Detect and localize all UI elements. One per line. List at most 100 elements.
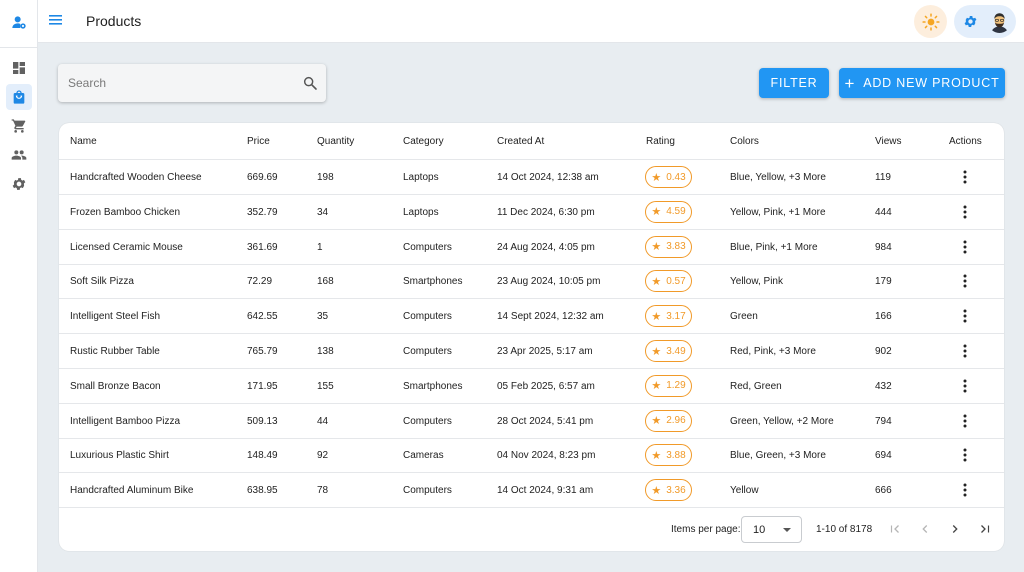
plus-icon: + <box>844 73 856 93</box>
user-menu-button[interactable] <box>954 5 1016 38</box>
row-actions-button[interactable] <box>959 273 971 289</box>
rating-badge: ★ 3.17 <box>645 305 692 328</box>
cell-views: 794 <box>875 415 892 427</box>
more-vert-icon <box>963 309 967 323</box>
sidebar-item-dashboard[interactable] <box>6 55 32 81</box>
cell-colors: Blue, Green, +3 More <box>730 450 826 462</box>
gear-icon <box>964 16 977 27</box>
cell-name: Luxurious Plastic Shirt <box>70 450 169 462</box>
cell-created-at: 28 Oct 2024, 5:41 pm <box>497 415 594 427</box>
star-icon: ★ <box>651 206 662 219</box>
search-input[interactable] <box>68 64 288 102</box>
last-page-button[interactable] <box>977 521 993 537</box>
cell-created-at: 14 Oct 2024, 9:31 am <box>497 485 594 497</box>
sidebar <box>0 0 38 572</box>
cell-colors: Blue, Yellow, +3 More <box>730 172 826 183</box>
cell-price: 72.29 <box>247 276 273 288</box>
column-header-quantity[interactable]: Quantity <box>317 136 354 147</box>
more-vert-icon <box>963 414 967 428</box>
cell-price: 148.49 <box>247 450 278 462</box>
row-actions-button[interactable] <box>959 413 971 429</box>
column-header-colors[interactable]: Colors <box>730 136 759 147</box>
cell-colors: Green <box>730 311 758 323</box>
column-header-views[interactable]: Views <box>875 136 902 147</box>
first-page-button[interactable] <box>887 521 903 537</box>
cell-category: Laptops <box>403 172 439 183</box>
star-icon: ★ <box>651 241 662 254</box>
row-actions-button[interactable] <box>959 447 971 463</box>
sidebar-item-products[interactable] <box>6 84 32 110</box>
row-actions-button[interactable] <box>959 239 971 255</box>
cell-category: Computers <box>403 311 452 323</box>
avatar <box>988 10 1011 33</box>
cell-price: 765.79 <box>247 346 278 357</box>
filter-button-label: FILTER <box>770 76 818 90</box>
star-icon: ★ <box>651 275 662 288</box>
cell-category: Computers <box>403 346 452 357</box>
table-row[interactable]: Rustic Rubber Table 765.79 138 Computers 23 … <box>59 334 1004 369</box>
cell-quantity: 198 <box>317 172 334 183</box>
cell-quantity: 138 <box>317 346 334 357</box>
more-vert-icon <box>963 205 967 219</box>
cell-price: 352.79 <box>247 206 278 218</box>
sidebar-item-settings[interactable] <box>6 171 32 197</box>
row-actions-button[interactable] <box>959 482 971 498</box>
column-header-price[interactable]: Price <box>247 136 270 147</box>
cell-quantity: 78 <box>317 485 329 497</box>
cell-colors: Yellow, Pink, +1 More <box>730 206 826 218</box>
previous-page-button[interactable] <box>917 521 933 537</box>
menu-icon[interactable] <box>48 12 64 28</box>
sidebar-item-users[interactable] <box>6 142 32 168</box>
table-row[interactable]: Small Bronze Bacon 171.95 155 Smartphones 05… <box>59 369 1004 404</box>
star-icon: ★ <box>651 484 662 497</box>
cell-quantity: 155 <box>317 380 334 392</box>
column-header-rating[interactable]: Rating <box>646 136 675 147</box>
cell-colors: Red, Pink, +3 More <box>730 346 816 357</box>
cart-icon <box>11 119 26 133</box>
column-header-category[interactable]: Category <box>403 136 444 147</box>
cell-views: 179 <box>875 276 892 288</box>
cell-name: Handcrafted Aluminum Bike <box>70 485 194 497</box>
items-per-page-label: Items per page: <box>671 524 741 535</box>
cell-views: 432 <box>875 380 892 392</box>
rating-value: 3.17 <box>666 310 686 322</box>
add-new-product-button[interactable]: + ADD NEW PRODUCT <box>839 68 1005 98</box>
row-actions-button[interactable] <box>959 204 971 220</box>
rating-badge: ★ 4.59 <box>645 200 692 223</box>
table-row[interactable]: Licensed Ceramic Mouse 361.69 1 Computers 24… <box>59 230 1004 265</box>
column-header-created-at[interactable]: Created At <box>497 136 544 147</box>
row-actions-button[interactable] <box>959 308 971 324</box>
row-actions-button[interactable] <box>959 378 971 394</box>
items-per-page-select[interactable]: 10 <box>741 516 802 543</box>
settings-icon <box>12 178 26 190</box>
table-row[interactable]: Handcrafted Wooden Cheese 669.69 198 Laptop… <box>59 160 1004 195</box>
next-page-button[interactable] <box>947 521 963 537</box>
row-actions-button[interactable] <box>959 343 971 359</box>
search-icon[interactable] <box>302 75 318 91</box>
table-row[interactable]: Intelligent Steel Fish 642.55 35 Computers 1… <box>59 299 1004 335</box>
row-actions-button[interactable] <box>959 169 971 185</box>
cell-views: 166 <box>875 311 892 323</box>
table-row[interactable]: Handcrafted Aluminum Bike 638.95 78 Compute… <box>59 473 1004 509</box>
more-vert-icon <box>963 274 967 288</box>
theme-toggle-button[interactable] <box>914 5 947 38</box>
table-row[interactable]: Luxurious Plastic Shirt 148.49 92 Cameras 04… <box>59 438 1004 474</box>
cell-name: Intelligent Bamboo Pizza <box>70 415 181 427</box>
cell-quantity: 92 <box>317 450 329 462</box>
column-header-name[interactable]: Name <box>70 136 97 147</box>
table-row[interactable]: Soft Silk Pizza 72.29 168 Smartphones 23 Aug… <box>59 264 1004 300</box>
star-icon: ★ <box>651 310 662 323</box>
cell-quantity: 44 <box>317 415 329 427</box>
rating-value: 3.36 <box>666 484 686 496</box>
table-row[interactable]: Frozen Bamboo Chicken 352.79 34 Laptops 11 D… <box>59 195 1004 230</box>
caret-down-icon <box>783 528 791 532</box>
rating-badge: ★ 0.57 <box>645 270 692 293</box>
cell-views: 666 <box>875 485 892 497</box>
account-circle-icon[interactable] <box>9 12 29 32</box>
sidebar-item-orders[interactable] <box>6 113 32 139</box>
rating-badge: ★ 3.49 <box>645 340 692 362</box>
cell-price: 361.69 <box>247 241 278 253</box>
table-row[interactable]: Intelligent Bamboo Pizza 509.13 44 Computer… <box>59 404 1004 439</box>
rating-badge: ★ 3.83 <box>645 235 692 258</box>
filter-button[interactable]: FILTER <box>759 68 829 98</box>
